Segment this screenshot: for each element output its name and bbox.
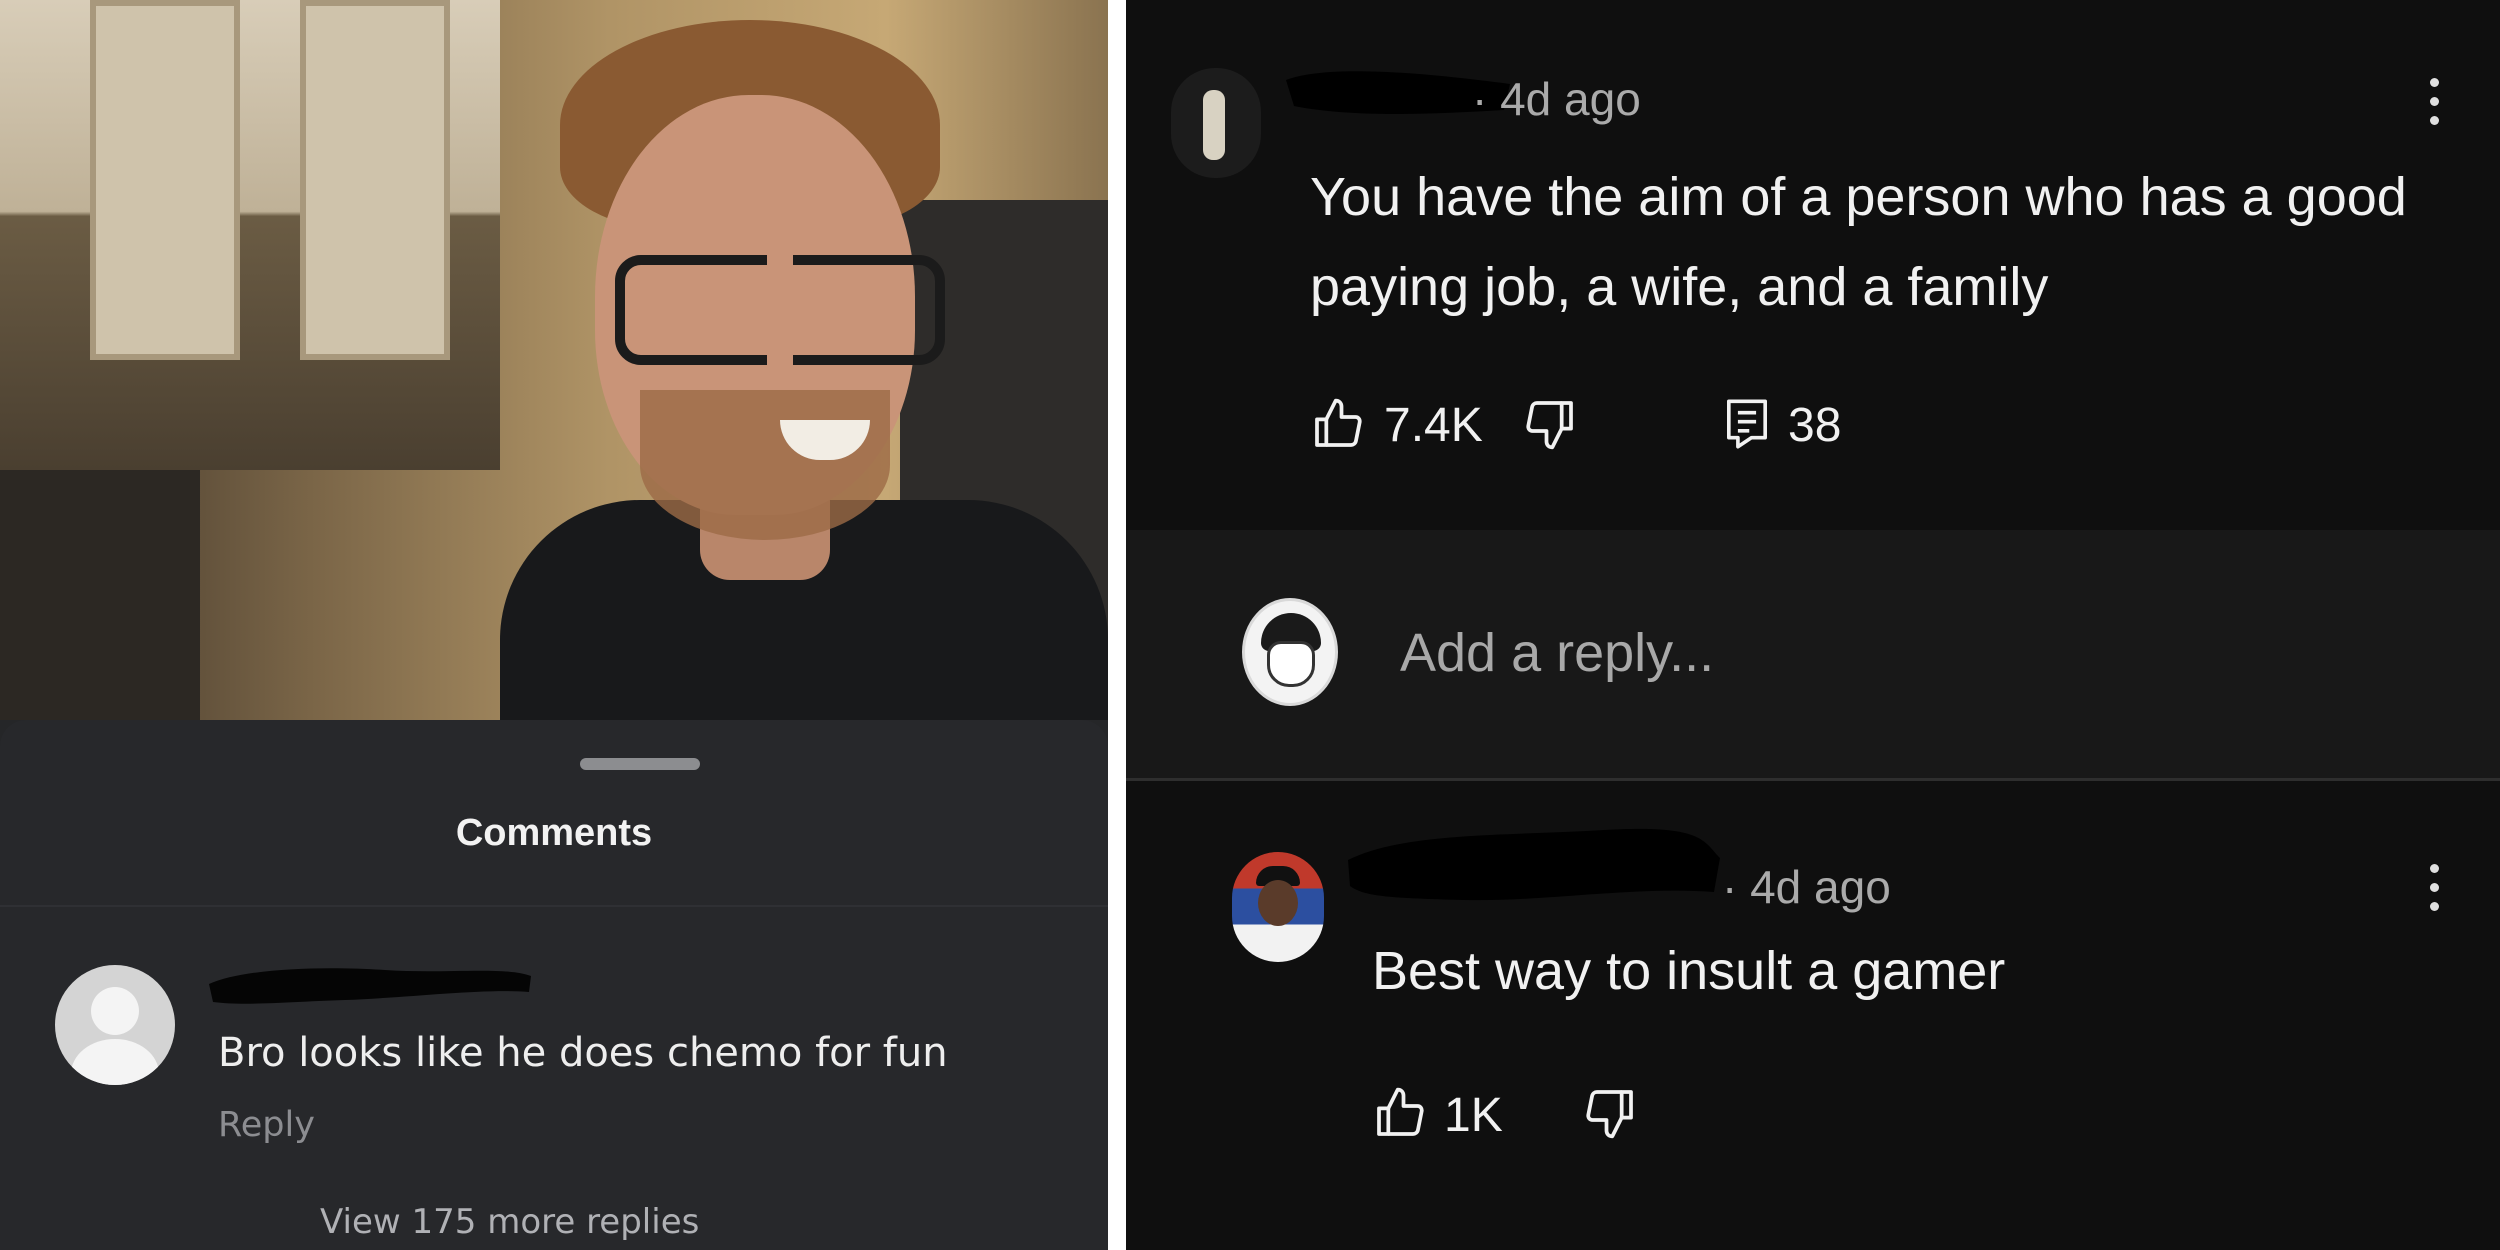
redacted-username bbox=[1348, 828, 1720, 901]
comment-timestamp: · 4d ago bbox=[1722, 861, 1891, 913]
comment-timestamp: · 4d ago bbox=[1472, 73, 1641, 125]
sheet-divider bbox=[0, 905, 1108, 907]
view-more-replies-link[interactable]: View 175 more replies bbox=[320, 1202, 699, 1242]
comments-sheet bbox=[0, 720, 1108, 1250]
more-vert-icon[interactable] bbox=[2422, 72, 2446, 132]
reply-count: 38 bbox=[1788, 399, 1842, 452]
comment-text: Best way to insult a gamer bbox=[1372, 941, 2006, 1001]
avatar-face bbox=[1267, 641, 1315, 687]
reply-button[interactable]: Reply bbox=[218, 1105, 315, 1145]
thread-divider bbox=[1126, 778, 2500, 781]
user-avatar-icon[interactable] bbox=[1242, 598, 1338, 706]
reply-input[interactable] bbox=[1400, 618, 2300, 688]
thumbs-down-icon[interactable] bbox=[1582, 1085, 1638, 1141]
default-avatar-icon[interactable] bbox=[55, 965, 175, 1085]
comment-text: You have the aim of a person who has a g… bbox=[1310, 167, 2407, 317]
more-vert-icon[interactable] bbox=[2422, 858, 2446, 918]
replies-icon[interactable] bbox=[1722, 396, 1772, 452]
left-panel: Comments Bro looks like he does chemo fo… bbox=[0, 0, 1108, 1250]
avatar-head-shape bbox=[91, 987, 139, 1035]
redacted-username bbox=[209, 968, 531, 1004]
comments-title: Comments bbox=[455, 812, 653, 854]
photo-wall bbox=[0, 470, 200, 720]
thumbs-down-icon[interactable] bbox=[1522, 396, 1578, 452]
photo-person-beard bbox=[640, 390, 890, 540]
avatar-face bbox=[1258, 880, 1298, 926]
skeleton-avatar-icon[interactable] bbox=[1171, 68, 1261, 178]
like-count: 7.4K bbox=[1384, 399, 1483, 452]
right-panel: · 4d ago You have the aim of a person wh… bbox=[1126, 0, 2500, 1250]
thumbs-up-icon[interactable] bbox=[1372, 1085, 1428, 1141]
skeleton-figure bbox=[1203, 90, 1225, 160]
photo-cabinet-door bbox=[300, 0, 450, 360]
comment-text: Bro looks like he does chemo for fun bbox=[218, 1030, 948, 1076]
photo-person-glasses bbox=[615, 255, 945, 365]
like-count: 1K bbox=[1444, 1089, 1503, 1142]
flag-avatar-icon[interactable] bbox=[1232, 852, 1324, 962]
photo-cabinet-door bbox=[90, 0, 240, 360]
thumbs-up-icon[interactable] bbox=[1310, 396, 1366, 452]
video-frame[interactable] bbox=[0, 0, 1108, 720]
sheet-drag-handle[interactable] bbox=[580, 758, 700, 770]
avatar-body-shape bbox=[71, 1039, 159, 1085]
panel-divider bbox=[1108, 0, 1126, 1250]
